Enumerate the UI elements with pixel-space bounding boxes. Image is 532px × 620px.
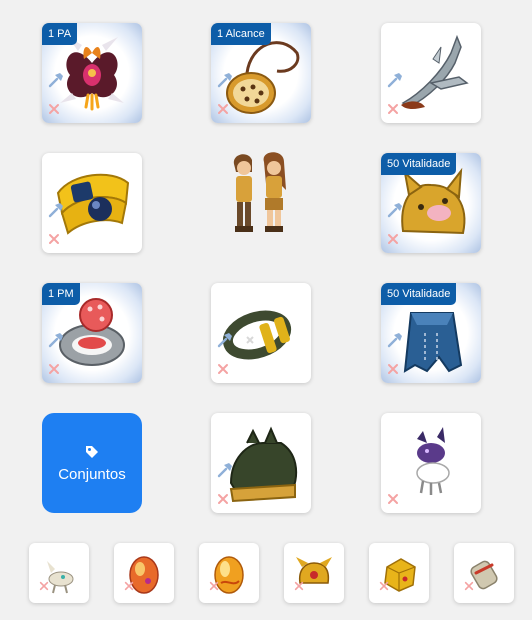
edit-hammer-icon[interactable] bbox=[386, 331, 404, 349]
amulet-bonus-badge: 1 PA bbox=[42, 23, 78, 45]
edit-hammer-icon[interactable] bbox=[216, 331, 234, 349]
remove-icon[interactable] bbox=[217, 363, 229, 375]
egg-icon bbox=[129, 556, 159, 594]
cape-bonus-badge: 50 Vitalidade bbox=[381, 283, 457, 305]
stone-icon bbox=[470, 560, 498, 590]
hat-bonus-badge: 50 Vitalidade bbox=[381, 153, 457, 175]
remove-icon[interactable] bbox=[379, 581, 389, 591]
sets-button[interactable]: Conjuntos bbox=[42, 413, 142, 513]
gold-cube-icon bbox=[384, 558, 416, 592]
edit-hammer-icon[interactable] bbox=[47, 201, 65, 219]
sets-button-label: Conjuntos bbox=[58, 465, 126, 483]
edit-hammer-icon[interactable] bbox=[386, 201, 404, 219]
ring-right-slot[interactable] bbox=[211, 283, 311, 383]
remove-icon[interactable] bbox=[48, 233, 60, 245]
egg-icon bbox=[214, 556, 244, 594]
amulet-slot[interactable]: 1 PA bbox=[42, 23, 142, 123]
remove-icon[interactable] bbox=[217, 103, 229, 115]
edit-hammer-icon[interactable] bbox=[386, 71, 404, 89]
edit-hammer-icon[interactable] bbox=[216, 71, 234, 89]
pet-slot[interactable] bbox=[381, 413, 481, 513]
tag-icon bbox=[86, 445, 98, 458]
gold-helm-icon bbox=[296, 557, 332, 584]
ring-left-bonus-badge: 1 PM bbox=[42, 283, 80, 305]
remove-icon[interactable] bbox=[387, 233, 399, 245]
character-preview bbox=[233, 152, 286, 232]
mount-item-icon bbox=[47, 561, 74, 594]
dofus-slot-3[interactable] bbox=[199, 543, 259, 603]
remove-icon[interactable] bbox=[387, 103, 399, 115]
dofus-slot-2[interactable] bbox=[114, 543, 174, 603]
edit-hammer-icon[interactable] bbox=[47, 71, 65, 89]
dofus-slot-1[interactable] bbox=[29, 543, 89, 603]
remove-icon[interactable] bbox=[387, 363, 399, 375]
remove-icon[interactable] bbox=[294, 581, 304, 591]
weapon-slot[interactable] bbox=[381, 23, 481, 123]
remove-icon[interactable] bbox=[209, 581, 219, 591]
remove-icon[interactable] bbox=[48, 363, 60, 375]
edit-hammer-icon[interactable] bbox=[47, 331, 65, 349]
remove-icon[interactable] bbox=[387, 493, 399, 505]
cape-slot[interactable]: 50 Vitalidade bbox=[381, 283, 481, 383]
boots-slot[interactable] bbox=[211, 413, 311, 513]
remove-icon[interactable] bbox=[39, 581, 49, 591]
remove-icon[interactable] bbox=[464, 581, 474, 591]
hat-slot[interactable]: 50 Vitalidade bbox=[381, 153, 481, 253]
necklace-bonus-badge: 1 Alcance bbox=[211, 23, 271, 45]
dofus-slot-6[interactable] bbox=[454, 543, 514, 603]
remove-icon[interactable] bbox=[48, 103, 60, 115]
necklace-slot[interactable]: 1 Alcance bbox=[211, 23, 311, 123]
edit-hammer-icon[interactable] bbox=[216, 461, 234, 479]
remove-icon[interactable] bbox=[124, 581, 134, 591]
dofus-slot-4[interactable] bbox=[284, 543, 344, 603]
ring-left-slot[interactable]: 1 PM bbox=[42, 283, 142, 383]
dofus-slot-5[interactable] bbox=[369, 543, 429, 603]
belt-slot[interactable] bbox=[42, 153, 142, 253]
remove-icon[interactable] bbox=[217, 493, 229, 505]
